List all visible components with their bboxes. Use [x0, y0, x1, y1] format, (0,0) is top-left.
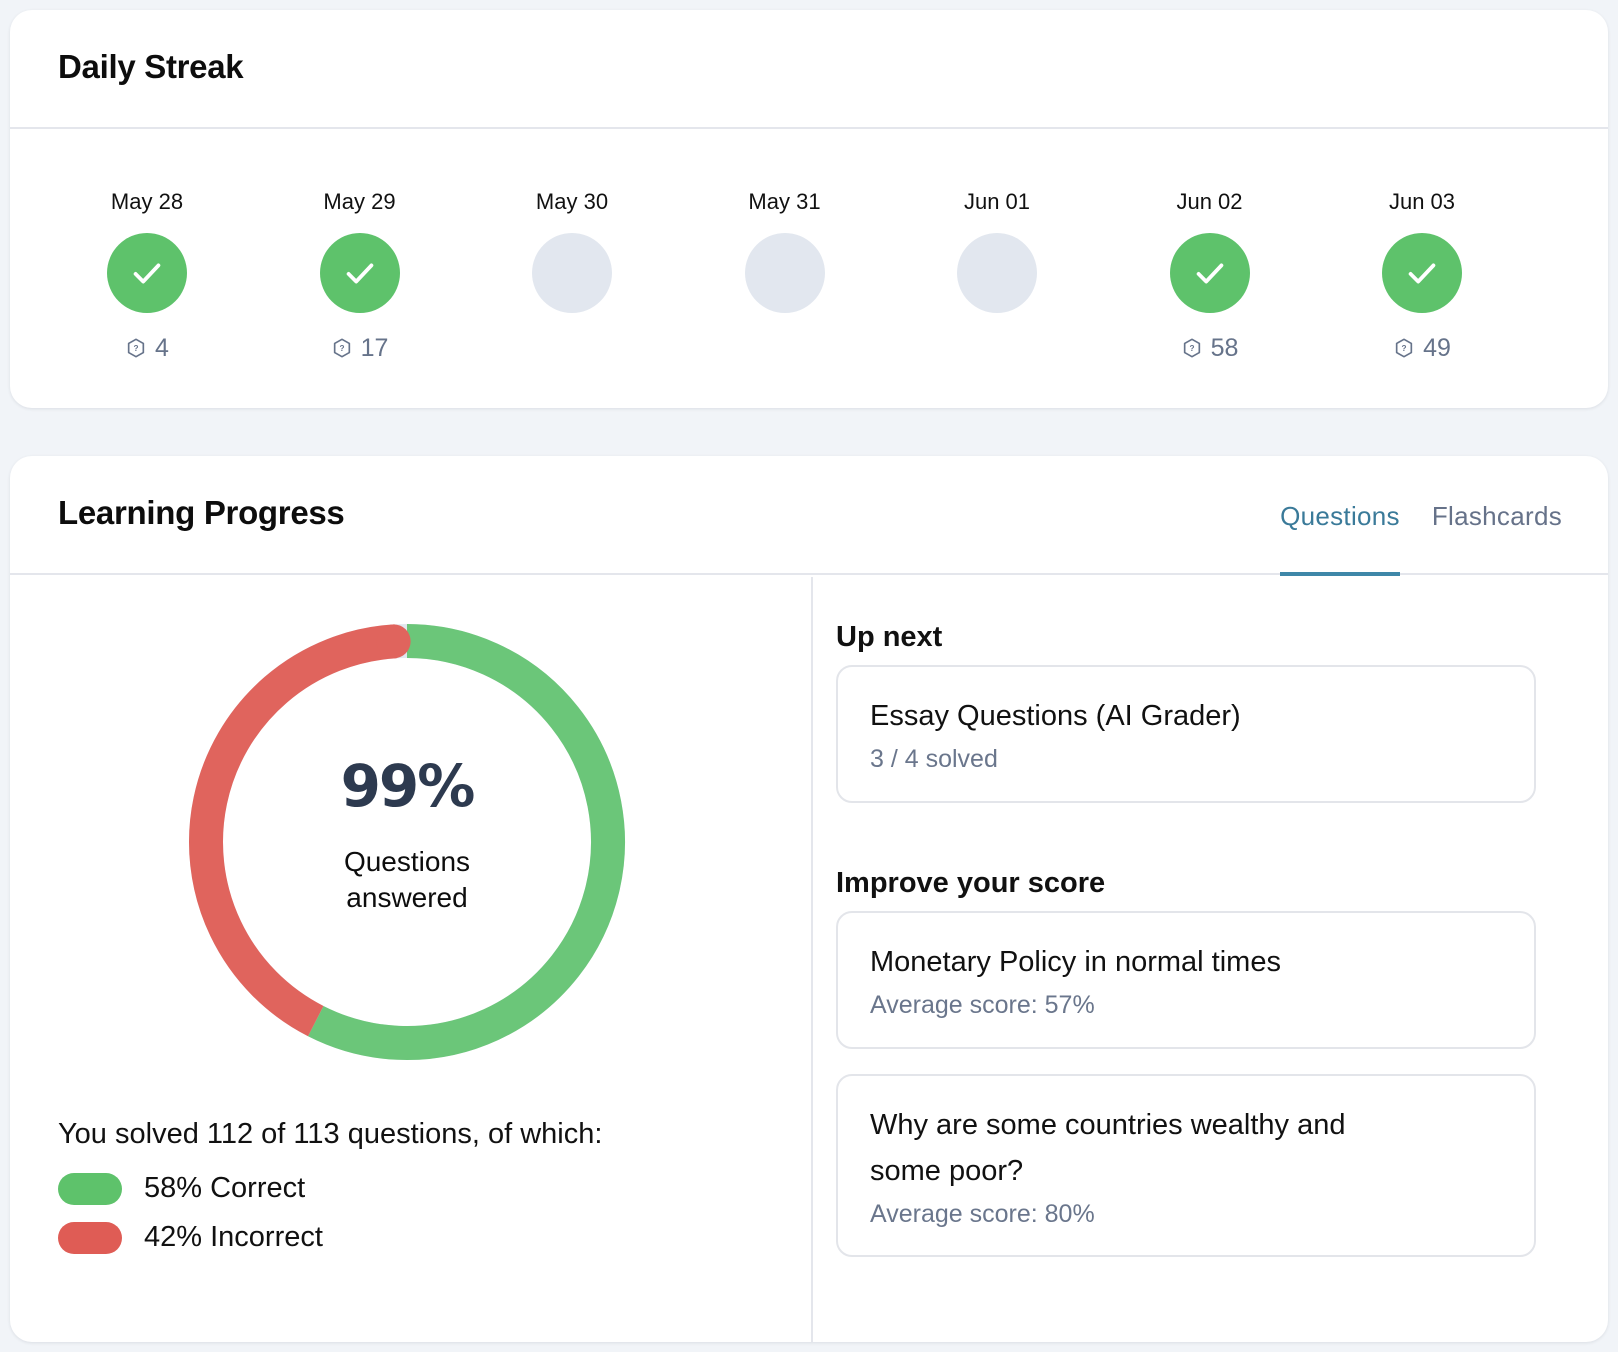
- streak-day-question-count: ? 49: [1342, 333, 1502, 363]
- streak-day: May 28? 4: [67, 131, 227, 363]
- streak-day-completed-indicator: [107, 233, 187, 313]
- question-hexagon-icon: ?: [127, 338, 145, 358]
- streak-day: May 29? 17: [280, 131, 440, 363]
- improve-card-monetary-policy[interactable]: Monetary Policy in normal times Average …: [836, 911, 1536, 1049]
- streak-day: Jun 01: [917, 131, 1077, 363]
- item-title: Why are some countries wealthy and some …: [870, 1109, 1346, 1187]
- streak-day-label: Jun 01: [963, 189, 1031, 214]
- legend-item-incorrect: 42% Incorrect: [58, 1213, 323, 1262]
- streak-day-completed-indicator: [319, 233, 400, 313]
- checkmark-icon: [1196, 263, 1223, 284]
- donut-percent: 99%: [340, 752, 476, 820]
- item-average-score: Average score: 57%: [870, 991, 1095, 1019]
- daily-streak-card: Daily Streak May 28? 4 May 29? 17 May 30 May …: [10, 10, 1608, 408]
- streak-day-label: Jun 03: [1388, 189, 1456, 214]
- svg-text:?: ?: [1402, 344, 1407, 353]
- checkmark-icon: [1408, 263, 1436, 284]
- question-count-value: 17: [360, 333, 389, 362]
- tab-flashcards[interactable]: Flashcards: [1432, 456, 1562, 575]
- column-divider: [811, 577, 813, 1342]
- svg-text:?: ?: [1189, 344, 1194, 353]
- legend-label-correct: 58% Correct: [144, 1172, 306, 1204]
- streak-day-question-count: ? 17: [280, 333, 440, 363]
- streak-day: Jun 02? 58: [1130, 131, 1290, 363]
- checkmark-icon: [133, 263, 161, 284]
- donut-center: 99% Questions answered: [187, 622, 627, 1062]
- up-next-card-essay-questions[interactable]: Essay Questions (AI Grader) 3 / 4 solved: [836, 665, 1536, 803]
- streak-day: May 30: [492, 131, 652, 363]
- streak-day-question-count: ? 4: [67, 333, 227, 363]
- legend-label-incorrect: 42% Incorrect: [144, 1221, 323, 1253]
- item-title: Monetary Policy in normal times: [870, 946, 1281, 978]
- question-hexagon-icon: ?: [1395, 338, 1413, 358]
- tab-questions[interactable]: Questions: [1280, 456, 1400, 576]
- streak-day-label: May 31: [748, 189, 821, 214]
- item-average-score: Average score: 80%: [870, 1200, 1095, 1228]
- streak-day-completed-indicator: [1382, 233, 1462, 313]
- streak-day-empty-indicator: [957, 233, 1037, 313]
- streak-day-label: May 29: [323, 189, 396, 214]
- streak-day-question-count: [705, 333, 865, 363]
- svg-text:?: ?: [339, 344, 344, 353]
- improve-score-heading: Improve your score: [836, 867, 1106, 899]
- streak-day-empty-indicator: [532, 233, 612, 313]
- solved-summary: You solved 112 of 113 questions, of whic…: [58, 1118, 603, 1150]
- legend-swatch-incorrect: [58, 1221, 122, 1254]
- streak-day-label: May 28: [110, 189, 184, 214]
- learning-progress-title: Learning Progress: [58, 494, 345, 531]
- streak-day-question-count: [917, 333, 1077, 363]
- streak-day: May 31: [705, 131, 865, 363]
- progress-tabs: Questions Flashcards: [1280, 456, 1562, 576]
- svg-text:?: ?: [134, 344, 139, 353]
- streak-day-label: May 30: [535, 189, 609, 214]
- streak-day-empty-indicator: [744, 233, 825, 313]
- learning-progress-card: Learning Progress Questions Flashcards 9…: [10, 456, 1608, 1342]
- item-title: Essay Questions (AI Grader): [870, 700, 1241, 732]
- legend: 58% Correct 42% Incorrect: [58, 1164, 323, 1262]
- streak-day-label: Jun 02: [1176, 189, 1243, 214]
- legend-item-correct: 58% Correct: [58, 1164, 323, 1213]
- donut-caption: Questions answered: [343, 846, 471, 913]
- streak-day-completed-indicator: [1169, 233, 1250, 313]
- daily-streak-title: Daily Streak: [58, 48, 244, 85]
- question-count-value: 49: [1423, 333, 1451, 362]
- up-next-heading: Up next: [836, 621, 943, 653]
- improve-card-wealthy-countries[interactable]: Why are some countries wealthy and some …: [836, 1074, 1536, 1257]
- streak-day-question-count: ? 58: [1130, 333, 1290, 363]
- streak-day: Jun 03? 49: [1342, 131, 1502, 363]
- checkmark-icon: [346, 263, 373, 284]
- streak-day-question-count: [492, 333, 652, 363]
- question-count-value: 4: [155, 333, 169, 362]
- question-hexagon-icon: ?: [1183, 338, 1200, 358]
- legend-swatch-correct: [58, 1172, 122, 1205]
- daily-streak-header: Daily Streak: [10, 10, 1608, 129]
- question-count-value: 58: [1210, 333, 1239, 362]
- learning-progress-header: Learning Progress Questions Flashcards: [10, 456, 1608, 576]
- item-progress: 3 / 4 solved: [870, 745, 998, 773]
- streak-days: May 28? 4 May 29? 17 May 30 May 31 Jun 01 Jun 0…: [10, 131, 1608, 391]
- question-hexagon-icon: ?: [333, 338, 350, 358]
